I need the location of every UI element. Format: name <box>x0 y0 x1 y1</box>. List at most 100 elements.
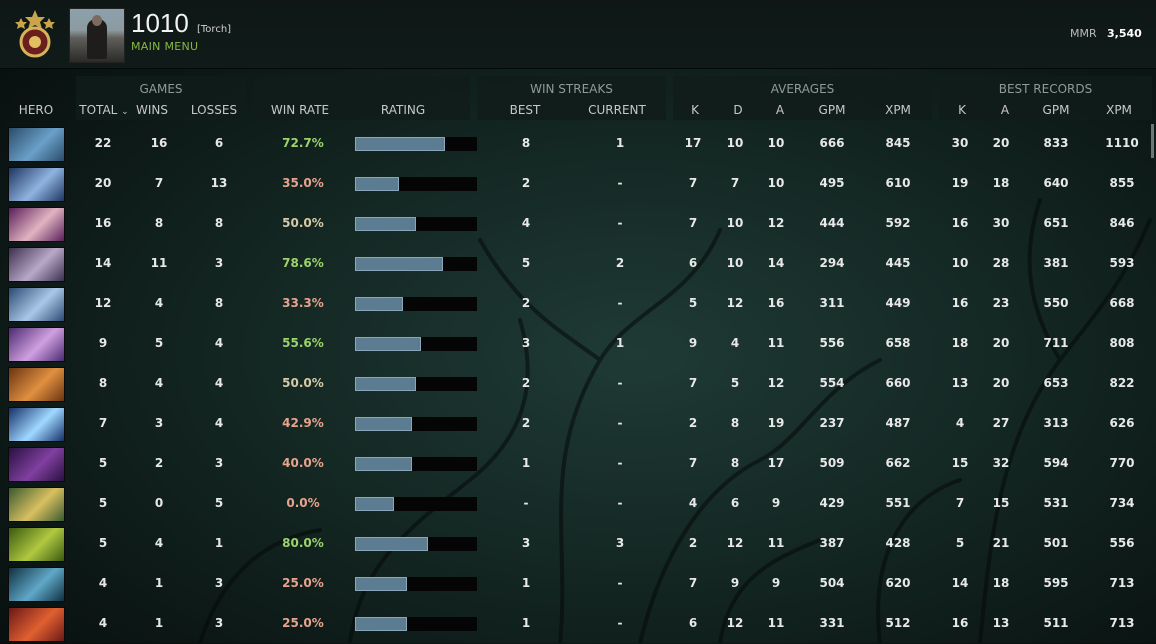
player-name: 1010 <box>131 8 189 38</box>
avg-xpm-cell: 620 <box>885 576 911 590</box>
best-k-cell: 13 <box>951 376 969 390</box>
column-header-best-gpm[interactable]: GPM <box>1034 103 1078 117</box>
best-gpm-cell: 594 <box>1043 456 1069 470</box>
best-gpm-cell: 381 <box>1043 256 1069 270</box>
streak-best-cell: 1 <box>521 456 531 470</box>
best-xpm-cell: 846 <box>1109 216 1135 230</box>
hero-portrait-icon[interactable] <box>8 607 65 642</box>
column-header-best-a[interactable]: A <box>990 103 1020 117</box>
hero-portrait-icon[interactable] <box>8 527 65 562</box>
streak-current-cell: - <box>617 216 623 230</box>
player-avatar[interactable] <box>69 8 125 63</box>
best-a-cell: 18 <box>992 176 1010 190</box>
hero-portrait-icon[interactable] <box>8 167 65 202</box>
player-team-tag: [Torch] <box>197 24 232 35</box>
win-rate-cell: 50.0% <box>282 376 324 390</box>
column-header-hero[interactable]: HERO <box>6 103 66 117</box>
table-row[interactable]: 14 11 3 5 2 6 10 14 294 445 10 28 381 593 78.6% <box>0 244 1156 284</box>
main-menu-link[interactable]: MAIN MENU <box>131 40 198 53</box>
losses-cell: 4 <box>214 416 224 430</box>
table-scrollbar[interactable] <box>1151 124 1154 158</box>
win-rate-cell: 72.7% <box>282 136 324 150</box>
table-row[interactable]: 5 4 1 3 3 2 12 11 387 428 5 21 501 556 80.0% <box>0 524 1156 564</box>
win-rate-cell: 35.0% <box>282 176 324 190</box>
losses-cell: 3 <box>214 256 224 270</box>
column-header-total[interactable]: TOTAL ⌄ <box>76 103 132 117</box>
column-header-avg-d[interactable]: D <box>723 103 753 117</box>
win-rate-cell: 33.3% <box>282 296 324 310</box>
table-row[interactable]: 20 7 13 2 - 7 7 10 495 610 19 18 640 855 35.0% <box>0 164 1156 204</box>
table-row[interactable]: 5 2 3 1 - 7 8 17 509 662 15 32 594 770 40.0% <box>0 444 1156 484</box>
rating-bar-fill <box>355 497 394 511</box>
hero-portrait-icon[interactable] <box>8 327 65 362</box>
losses-cell: 3 <box>214 616 224 630</box>
table-row[interactable]: 7 3 4 2 - 2 8 19 237 487 4 27 313 626 42.9% <box>0 404 1156 444</box>
hero-portrait-icon[interactable] <box>8 287 65 322</box>
table-row[interactable]: 5 0 5 - - 4 6 9 429 551 7 15 531 734 0.0% <box>0 484 1156 524</box>
best-xpm-cell: 855 <box>1109 176 1135 190</box>
column-header-wins[interactable]: WINS <box>132 103 172 117</box>
hero-portrait-icon[interactable] <box>8 487 65 522</box>
streak-current-cell: - <box>617 296 623 310</box>
best-gpm-cell: 550 <box>1043 296 1069 310</box>
avg-d-cell: 8 <box>730 416 740 430</box>
avg-a-cell: 12 <box>767 376 785 390</box>
games-group-title: GAMES <box>139 82 183 96</box>
avg-a-cell: 10 <box>767 136 785 150</box>
streak-best-cell: 5 <box>521 256 531 270</box>
column-header-rating[interactable]: RATING <box>360 103 446 117</box>
column-header-win-rate[interactable]: WIN RATE <box>264 103 336 117</box>
hero-portrait-icon[interactable] <box>8 447 65 482</box>
avg-a-cell: 9 <box>771 496 781 510</box>
avg-k-cell: 6 <box>688 616 698 630</box>
column-header-avg-gpm[interactable]: GPM <box>810 103 854 117</box>
avg-d-cell: 9 <box>730 576 740 590</box>
hero-portrait-icon[interactable] <box>8 367 65 402</box>
table-row[interactable]: 4 1 3 1 - 7 9 9 504 620 14 18 595 713 25.0% <box>0 564 1156 604</box>
hero-portrait-icon[interactable] <box>8 127 65 162</box>
streak-current-cell: - <box>617 496 623 510</box>
column-header-best-xpm[interactable]: XPM <box>1097 103 1141 117</box>
column-header-avg-a[interactable]: A <box>765 103 795 117</box>
wins-cell: 11 <box>150 256 168 270</box>
total-cell: 4 <box>98 616 108 630</box>
column-header-losses[interactable]: LOSSES <box>186 103 242 117</box>
column-header-avg-k[interactable]: K <box>680 103 710 117</box>
column-header-avg-xpm[interactable]: XPM <box>876 103 920 117</box>
avg-gpm-cell: 509 <box>819 456 845 470</box>
best-a-cell: 27 <box>992 416 1010 430</box>
hero-portrait-icon[interactable] <box>8 207 65 242</box>
table-row[interactable]: 12 4 8 2 - 5 12 16 311 449 16 23 550 668 33.3% <box>0 284 1156 324</box>
best-k-cell: 16 <box>951 296 969 310</box>
column-header-streak-best[interactable]: BEST <box>495 103 555 117</box>
avg-d-cell: 4 <box>730 336 740 350</box>
avg-d-cell: 10 <box>726 256 744 270</box>
wins-cell: 5 <box>154 336 164 350</box>
wins-cell: 4 <box>154 376 164 390</box>
column-header-best-k[interactable]: K <box>947 103 977 117</box>
rating-bar <box>355 337 477 351</box>
streak-best-cell: 2 <box>521 176 531 190</box>
rating-bar <box>355 417 477 431</box>
table-row[interactable]: 8 4 4 2 - 7 5 12 554 660 13 20 653 822 50.0% <box>0 364 1156 404</box>
streak-current-cell: - <box>617 176 623 190</box>
hero-portrait-icon[interactable] <box>8 407 65 442</box>
hero-portrait-icon[interactable] <box>8 567 65 602</box>
avg-gpm-cell: 429 <box>819 496 845 510</box>
avg-xpm-cell: 445 <box>885 256 911 270</box>
column-header-streak-current[interactable]: CURRENT <box>578 103 656 117</box>
sort-descending-icon: ⌄ <box>121 107 129 117</box>
table-row[interactable]: 16 8 8 4 - 7 10 12 444 592 16 30 651 846 50.0% <box>0 204 1156 244</box>
rating-bar <box>355 577 477 591</box>
wins-cell: 0 <box>154 496 164 510</box>
wins-cell: 8 <box>154 216 164 230</box>
rating-bar-fill <box>355 257 443 271</box>
table-row[interactable]: 9 5 4 3 1 9 4 11 556 658 18 20 711 808 55.6% <box>0 324 1156 364</box>
best-a-cell: 30 <box>992 216 1010 230</box>
hero-portrait-icon[interactable] <box>8 247 65 282</box>
avg-a-cell: 9 <box>771 576 781 590</box>
table-row[interactable]: 4 1 3 1-6 12 11 331 512 16 13 511 713 25.0% <box>0 604 1156 644</box>
table-row[interactable]: 22 16 6 8 1 17 10 10 666 845 30 20 833 1110 72.7% <box>0 124 1156 164</box>
profile-header: 1010 [Torch] MAIN MENU MMR 3,540 <box>0 0 1156 69</box>
avg-gpm-cell: 311 <box>819 296 845 310</box>
